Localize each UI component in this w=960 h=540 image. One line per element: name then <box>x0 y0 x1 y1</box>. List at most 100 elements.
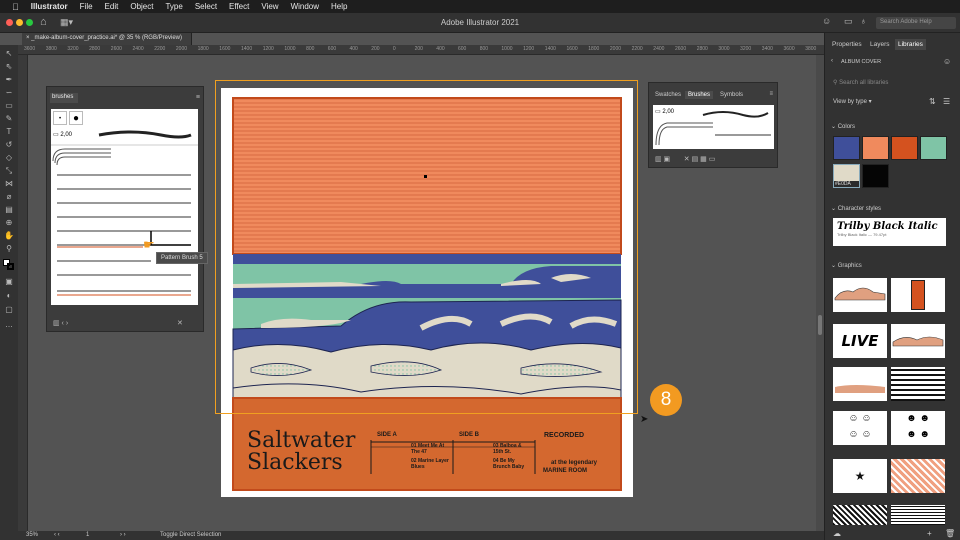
ruler-tick: 600 <box>327 46 337 52</box>
tab-libraries[interactable]: Libraries <box>895 39 926 50</box>
artboard-next-icon[interactable]: › › <box>120 532 126 538</box>
graphic-thumb-live[interactable]: LIVE <box>833 324 887 358</box>
remove-brush-stroke-icon[interactable]: ✕ <box>177 319 183 327</box>
add-element-icon[interactable]: + <box>927 529 932 538</box>
draw-mode-icon[interactable]: ◐ <box>4 291 14 300</box>
graphic-thumb-stripes[interactable] <box>891 505 945 525</box>
panel-menu-icon[interactable]: ≡ <box>769 91 773 97</box>
brush-dot-small[interactable]: • <box>53 111 67 125</box>
color-swatch-peach[interactable] <box>862 136 889 160</box>
character-styles-header[interactable]: ⌄ Character styles <box>831 205 881 212</box>
vertical-scrollbar[interactable] <box>816 55 824 531</box>
width-tool-icon[interactable]: ⋈ <box>4 179 14 188</box>
ruler-tick: 3000 <box>718 46 730 52</box>
trash-icon[interactable]: 🗑 <box>945 529 955 538</box>
gradient-tool-icon[interactable]: ▤ <box>4 205 14 214</box>
ruler-tick: 3400 <box>761 46 773 52</box>
rotate-tool-icon[interactable]: ↺ <box>4 140 14 149</box>
brushes-tab[interactable]: brushes <box>50 93 78 103</box>
artboard-nav-icon[interactable]: ‹ ‹ <box>54 532 60 538</box>
brush-dot-large[interactable]: ● <box>69 111 83 125</box>
share-icon[interactable]: ☺ <box>822 16 831 26</box>
library-search-input[interactable]: ⚲ Search all libraries <box>831 77 954 89</box>
menu-effect[interactable]: Effect <box>223 2 255 11</box>
selection-tool-icon[interactable]: ↖ <box>4 49 14 58</box>
graphic-thumb-star[interactable]: ★ <box>833 459 887 493</box>
graphic-thumb-lines[interactable] <box>891 367 945 401</box>
cloud-sync-icon[interactable]: ☁ <box>833 529 841 538</box>
rectangle-tool-icon[interactable]: ▭ <box>4 101 14 110</box>
tab-layers[interactable]: Layers <box>867 39 893 50</box>
color-swatch-blue[interactable] <box>833 136 860 160</box>
mini-panel-footer-icons[interactable]: ▥ ▣ ✕ ▤ ▦ ▭ <box>655 155 715 163</box>
graphic-thumb-diagonal[interactable] <box>833 505 887 525</box>
ruler-tick: 1000 <box>284 46 296 52</box>
paintbrush-tool-icon[interactable]: ✎ <box>4 114 14 123</box>
zoom-tool-icon[interactable]: ⚲ <box>4 244 14 253</box>
character-style-card[interactable]: Trilby Black Italic Trilby Black Italic … <box>833 218 946 246</box>
side-b-label: SIDE B <box>459 432 480 438</box>
brush-library-menu-icon[interactable]: ▥ ‹ › <box>53 319 68 327</box>
help-search-input[interactable]: Search Adobe Help <box>876 17 956 29</box>
graphic-thumb-smileys[interactable]: ☺ ☺ ☺ ☺ <box>833 411 887 445</box>
menu-file[interactable]: File <box>74 2 99 11</box>
ruler-tick: 200 <box>414 46 423 52</box>
shape-builder-tool-icon[interactable]: ⊕ <box>4 218 14 227</box>
list-view-icon[interactable]: ☰ <box>943 97 950 106</box>
eyedropper-tool-icon[interactable]: ⌀ <box>4 192 14 201</box>
ruler-tick: 1800 <box>197 46 209 52</box>
graphic-thumb-waves[interactable] <box>891 324 945 358</box>
curvature-tool-icon[interactable]: ∽ <box>4 88 14 97</box>
document-tab[interactable]: × _make-album-cover_practice.ai* @ 35 % … <box>22 33 192 45</box>
graphic-thumb-hatch[interactable] <box>891 459 945 493</box>
screen-mode-icon[interactable]: ▢ <box>4 305 14 314</box>
track-2: 02 Marine Layer Blues <box>411 458 449 470</box>
menu-help[interactable]: Help <box>325 2 353 11</box>
menu-object[interactable]: Object <box>124 2 159 11</box>
app-menu[interactable]: Illustrator <box>25 2 74 11</box>
tab-symbols[interactable]: Symbols <box>717 91 746 99</box>
library-users-icon[interactable]: ☺ <box>943 57 951 66</box>
graphics-header[interactable]: ⌄ Graphics <box>831 262 862 269</box>
graphic-thumb-dark-smileys[interactable]: ☻ ☻ ☻ ☻ <box>891 411 945 445</box>
graphic-thumb-cloud[interactable] <box>833 278 887 312</box>
hand-tool-icon[interactable]: ✋ <box>4 231 14 240</box>
color-swatch-green[interactable] <box>920 136 947 160</box>
direct-selection-tool-icon[interactable]: ⇖ <box>4 62 14 71</box>
sort-icon[interactable]: ⇅ <box>929 97 936 106</box>
eraser-tool-icon[interactable]: ◇ <box>4 153 14 162</box>
pen-tool-icon[interactable]: ✒ <box>4 75 14 84</box>
ruler-tick: 2800 <box>89 46 101 52</box>
panel-menu-icon[interactable]: ≡ <box>196 94 200 101</box>
back-chevron-icon[interactable]: ‹ <box>831 58 833 64</box>
color-swatch-cream[interactable]: #E0DA <box>833 164 860 188</box>
color-swatch-orange[interactable] <box>891 136 918 160</box>
view-by-dropdown[interactable]: View by type ▾ <box>833 98 872 105</box>
type-tool-icon[interactable]: T <box>4 127 14 136</box>
graphic-thumb-dunes[interactable] <box>833 367 887 401</box>
color-swatch-black[interactable] <box>862 164 889 188</box>
tab-swatches[interactable]: Swatches <box>652 91 684 99</box>
scrollbar-thumb[interactable] <box>818 315 822 335</box>
lightbulb-icon[interactable]: ♁ <box>860 16 867 26</box>
edit-toolbar-icon[interactable]: … <box>4 320 14 329</box>
artboard-number[interactable]: 1 <box>86 532 89 538</box>
stroke-swatch[interactable] <box>7 263 14 270</box>
menu-view[interactable]: View <box>255 2 284 11</box>
ruler-tick: 1400 <box>241 46 253 52</box>
step-badge: 8 <box>650 384 682 416</box>
menu-window[interactable]: Window <box>285 2 325 11</box>
apple-menu[interactable]:  <box>6 2 25 12</box>
tab-properties[interactable]: Properties <box>829 39 865 50</box>
colors-header[interactable]: ⌄ Colors <box>831 123 855 130</box>
scale-tool-icon[interactable]: ⤡ <box>4 166 14 175</box>
menu-type[interactable]: Type <box>159 2 188 11</box>
graphic-thumb-badge[interactable] <box>891 278 945 312</box>
zoom-level[interactable]: 35% <box>26 532 38 538</box>
tab-brushes[interactable]: Brushes <box>685 91 714 99</box>
color-mode-icon[interactable]: ▣ <box>4 277 14 286</box>
arrange-documents-icon[interactable]: ▭ <box>844 16 853 27</box>
ruler-tick: 2600 <box>110 46 122 52</box>
menu-edit[interactable]: Edit <box>99 2 125 11</box>
menu-select[interactable]: Select <box>189 2 223 11</box>
